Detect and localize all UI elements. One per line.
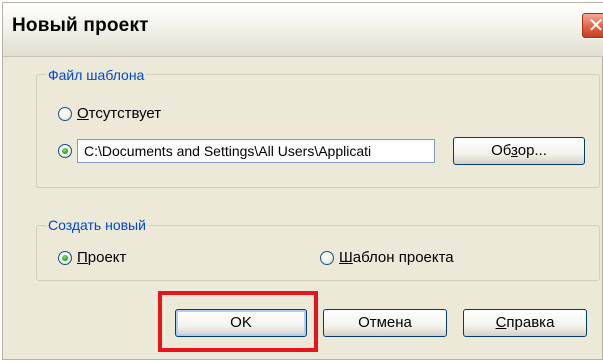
radio-project-template-label[interactable]: Шаблон проекта — [339, 249, 454, 267]
radio-none-label[interactable]: Отсутствует — [77, 105, 161, 123]
radio-none-label-hotkey: О — [77, 105, 89, 122]
template-file-legend: Файл шаблона — [46, 67, 147, 83]
help-label-text: правка — [506, 314, 555, 331]
close-icon[interactable]: ✕ — [581, 12, 603, 39]
radio-project-template-text: аблон проекта — [352, 249, 454, 266]
create-new-legend: Создать новый — [46, 217, 148, 233]
cancel-button[interactable]: Отмена — [323, 309, 447, 337]
radio-project-label[interactable]: Проект — [77, 249, 126, 267]
radio-project-text: роект — [87, 249, 127, 266]
browse-label-pre: Об — [491, 142, 512, 159]
help-button[interactable]: Справка — [463, 309, 587, 337]
template-file-group — [36, 74, 600, 188]
template-path-input[interactable]: C:\Documents and Settings\All Users\Appl… — [77, 139, 435, 163]
radio-project-template-hotkey: Ш — [339, 249, 353, 266]
browse-label-post: ор... — [517, 142, 547, 159]
radio-project-template[interactable] — [320, 251, 334, 265]
radio-template-file[interactable] — [58, 144, 72, 158]
browse-button[interactable]: Обзор... — [453, 137, 585, 165]
radio-none-label-text: тсутствует — [88, 105, 162, 122]
ok-highlight-annotation — [158, 291, 318, 352]
title-bar[interactable]: Новый проект ✕ — [3, 3, 603, 57]
radio-none[interactable] — [58, 107, 72, 121]
browse-label-hotkey: з — [511, 142, 518, 159]
radio-project[interactable] — [58, 251, 72, 265]
dialog-title: Новый проект — [12, 15, 149, 36]
radio-project-hotkey: П — [77, 249, 88, 266]
help-hotkey: С — [495, 314, 507, 331]
